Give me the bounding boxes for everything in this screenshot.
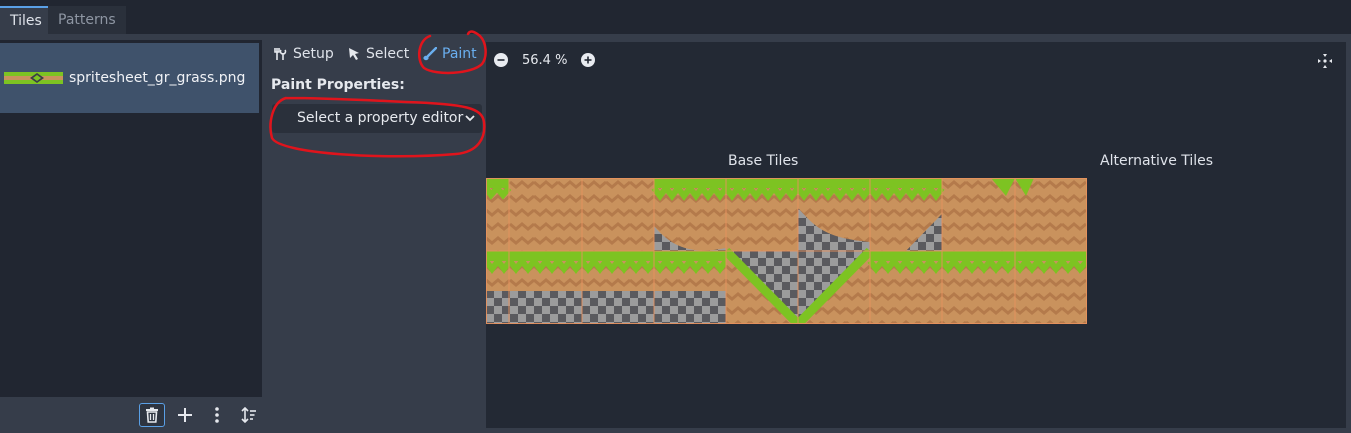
trash-icon [146, 407, 158, 423]
source-item-label: spritesheet_gr_grass.png [69, 70, 246, 86]
zoom-controls: 56.4 % [494, 50, 596, 70]
tileset-atlas[interactable] [486, 178, 1087, 324]
paint-properties-heading: Paint Properties: [271, 77, 405, 93]
setup-mode-label: Setup [293, 46, 334, 62]
minus-icon [497, 59, 505, 61]
chevron-down-icon [465, 115, 475, 122]
zoom-out-button[interactable] [494, 53, 508, 67]
delete-source-button[interactable] [139, 403, 165, 427]
kebab-menu-icon [215, 407, 219, 423]
tab-tiles[interactable]: Tiles [0, 6, 48, 34]
add-source-button[interactable] [172, 403, 198, 427]
property-editor-select-value: Select a property editor [297, 110, 464, 126]
property-editor-select[interactable]: Select a property editor [272, 104, 482, 133]
select-mode-button[interactable]: Select [348, 44, 409, 64]
sort-sources-button[interactable] [236, 403, 262, 427]
center-view-icon [1318, 54, 1332, 68]
tileset-sources-list: spritesheet_gr_grass.png [0, 40, 262, 397]
plus-icon [584, 56, 592, 64]
alternative-tiles-label: Alternative Tiles [1100, 153, 1214, 169]
paintbrush-icon [423, 47, 437, 61]
source-thumbnail [4, 72, 63, 84]
paint-mode-button[interactable]: Paint [423, 44, 477, 64]
tools-icon [274, 48, 287, 60]
setup-mode-button[interactable]: Setup [274, 44, 334, 64]
more-options-button[interactable] [204, 403, 230, 427]
select-mode-label: Select [366, 46, 410, 62]
base-tiles-label: Base Tiles [728, 153, 799, 169]
tab-bar: Tiles Patterns [0, 0, 1351, 34]
center-view-button[interactable] [1316, 52, 1334, 70]
pointer-icon [349, 48, 359, 60]
tab-patterns[interactable]: Patterns [48, 6, 126, 34]
source-item-spritesheet[interactable]: spritesheet_gr_grass.png [0, 43, 259, 113]
paint-mode-label: Paint [442, 46, 477, 62]
zoom-in-button[interactable] [581, 53, 596, 67]
plus-icon [178, 408, 192, 422]
zoom-level[interactable]: 56.4 % [522, 53, 567, 68]
sort-icon [241, 407, 256, 423]
